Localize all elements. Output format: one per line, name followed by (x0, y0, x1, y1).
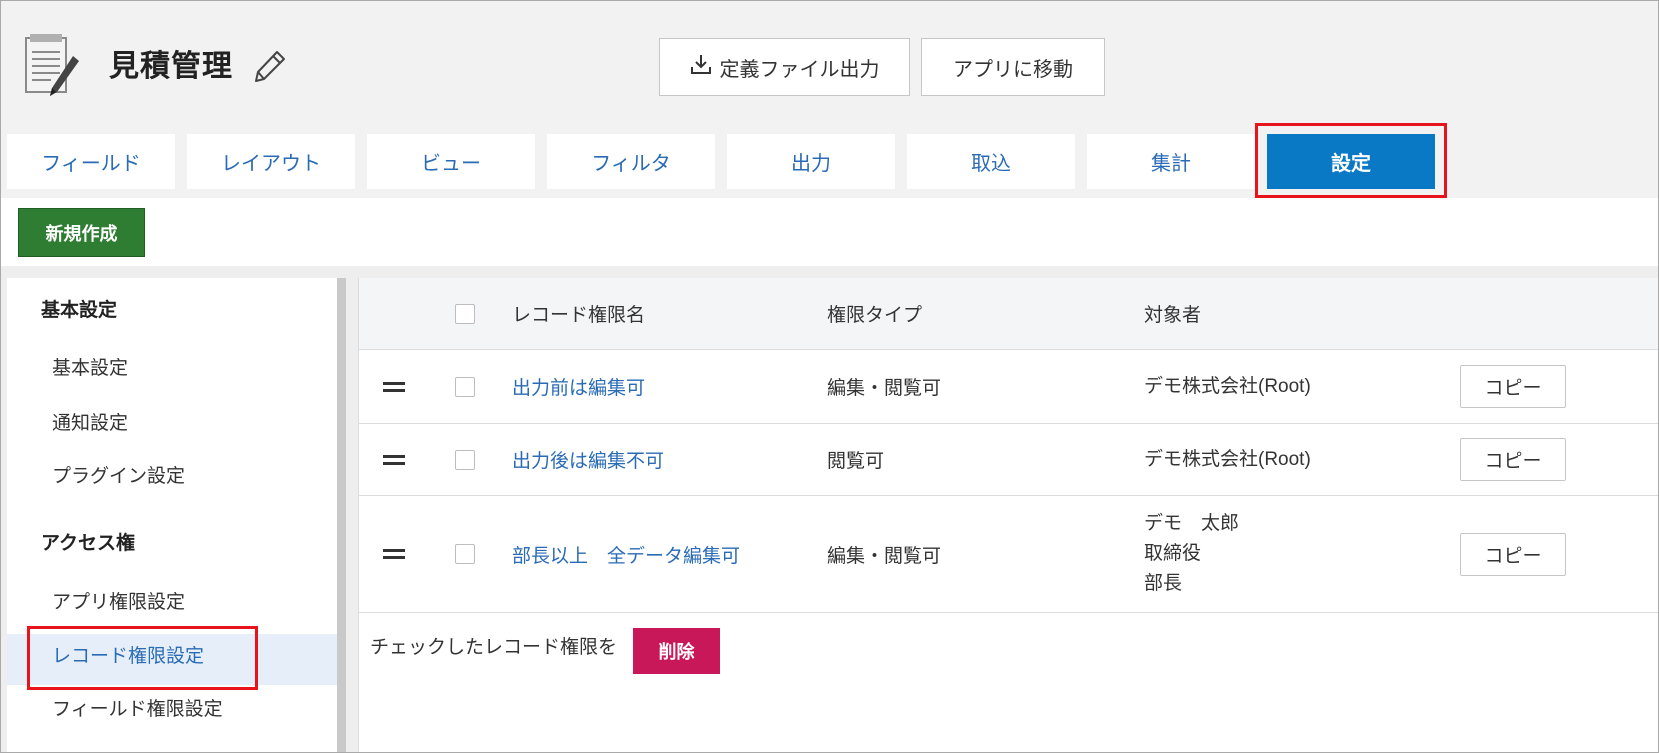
sidebar-item-app-permission[interactable]: アプリ権限設定 (52, 589, 185, 617)
sidebar-heading-access: アクセス権 (41, 533, 136, 554)
permission-target: デモ株式会社(Root) (1144, 424, 1311, 495)
copy-button[interactable]: コピー (1460, 365, 1566, 408)
sidebar-item-basic-settings[interactable]: 基本設定 (52, 355, 128, 383)
sidebar-item-notification-settings[interactable]: 通知設定 (52, 410, 128, 438)
sidebar-item-record-permission[interactable]: レコード権限設定 (52, 643, 204, 671)
copy-button[interactable]: コピー (1460, 532, 1566, 576)
tab-layout[interactable]: レイアウト (187, 134, 355, 189)
table-header: レコード権限名 権限タイプ 対象者 (359, 278, 1658, 350)
download-icon (690, 53, 720, 81)
row-checkbox[interactable] (455, 376, 475, 397)
permission-name-link[interactable]: 部長以上 全データ編集可 (512, 496, 740, 612)
bulk-action-label: チェックしたレコード権限を (370, 637, 618, 658)
tab-field[interactable]: フィールド (7, 134, 175, 189)
drag-handle-icon[interactable] (383, 545, 407, 563)
document-pen-icon (23, 34, 81, 100)
select-all-checkbox[interactable] (455, 303, 475, 324)
permission-type: 編集・閲覧可 (827, 378, 942, 399)
app-title: 見積管理 (109, 50, 233, 83)
sidebar-scrollbar[interactable] (337, 278, 346, 752)
permission-name-link[interactable]: 出力後は編集不可 (512, 424, 664, 495)
sidebar-item-field-permission[interactable]: フィールド権限設定 (52, 696, 223, 724)
sidebar-item-plugin-settings[interactable]: プラグイン設定 (52, 463, 185, 491)
export-definition-label: 定義ファイル出力 (719, 58, 880, 81)
permission-type: 編集・閲覧可 (827, 545, 942, 567)
go-to-app-button[interactable]: アプリに移動 (921, 38, 1105, 96)
target-line: デモ株式会社(Root) (1144, 375, 1311, 397)
drag-handle-icon[interactable] (383, 378, 407, 396)
target-line: 取締役 (1144, 543, 1202, 564)
target-line: デモ株式会社(Root) (1144, 448, 1311, 470)
copy-button[interactable]: コピー (1460, 438, 1566, 481)
export-definition-button[interactable]: 定義ファイル出力 (659, 38, 910, 96)
target-line: 部長 (1144, 573, 1183, 594)
row-checkbox[interactable] (455, 449, 475, 470)
target-line: デモ 太郎 (1144, 513, 1240, 534)
table-row: 出力後は編集不可 閲覧可 デモ株式会社(Root) コピー (359, 424, 1658, 496)
column-header-type: 権限タイプ (827, 305, 923, 326)
permission-type: 閲覧可 (827, 451, 885, 472)
new-button[interactable]: 新規作成 (18, 208, 145, 257)
table-row: 出力前は編集可 編集・閲覧可 デモ株式会社(Root) コピー (359, 350, 1658, 424)
column-header-target: 対象者 (1144, 305, 1202, 326)
tab-output[interactable]: 出力 (727, 134, 895, 189)
tab-filter[interactable]: フィルタ (547, 134, 715, 189)
pencil-icon[interactable] (253, 49, 287, 83)
record-permission-panel: レコード権限名 権限タイプ 対象者 出力前は編集可 編集・閲覧可 デモ株式会社(… (358, 278, 1658, 752)
tab-view[interactable]: ビュー (367, 134, 535, 189)
permission-name-link[interactable]: 出力前は編集可 (512, 350, 645, 423)
row-checkbox[interactable] (455, 544, 475, 564)
table-row: 部長以上 全データ編集可 編集・閲覧可 デモ 太郎 取締役 部長 コピー (359, 496, 1658, 613)
permission-target: デモ株式会社(Root) (1144, 350, 1311, 423)
settings-sidebar: 基本設定 基本設定 通知設定 プラグイン設定 アクセス権 アプリ権限設定 レコー… (7, 278, 337, 752)
column-header-name: レコード権限名 (512, 305, 646, 326)
delete-button[interactable]: 削除 (633, 628, 720, 674)
tab-settings[interactable]: 設定 (1267, 134, 1435, 189)
permission-target: デモ 太郎 取締役 部長 (1144, 496, 1239, 612)
sidebar-heading-basic: 基本設定 (41, 300, 118, 321)
settings-page: 見積管理 定義ファイル出力 アプリに移動 フィールド レイアウト ビュー フィル… (0, 0, 1659, 753)
drag-handle-icon[interactable] (383, 451, 407, 469)
tab-import[interactable]: 取込 (907, 134, 1075, 189)
tab-aggregate[interactable]: 集計 (1087, 134, 1255, 189)
